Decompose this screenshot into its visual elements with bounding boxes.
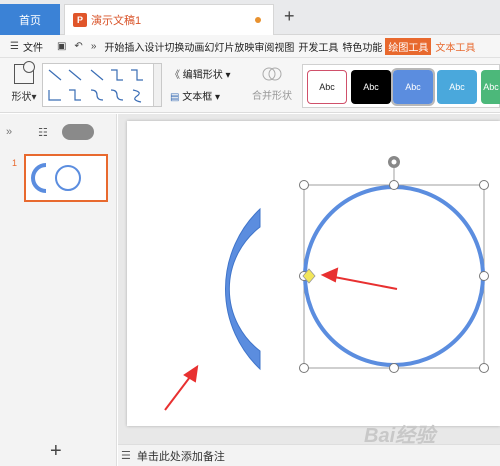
menu-bar: ☰ 文件 ▣ ↶ » 开始 插入 设计 切换 动画 幻灯片放映 审阅 视图 开发工具 特色功能 绘… — [0, 35, 500, 58]
add-slide-button[interactable]: + — [50, 440, 62, 463]
menu-item-3[interactable]: 切换 — [164, 39, 184, 54]
presentation-icon: P — [73, 13, 87, 27]
ribbon: 形状▾ 《 编辑形状 ▾ ▤ 文本框 ▾ 合并形状 Abc Abc Abc Ab… — [0, 58, 500, 113]
tab-home[interactable]: 首页 — [0, 4, 60, 35]
tab-bar: 首页 P 演示文稿1 + — [0, 0, 500, 35]
line-shapes-icon — [48, 69, 143, 103]
menu-item-6[interactable]: 审阅 — [254, 39, 274, 54]
unsaved-dot-icon — [255, 17, 261, 23]
edit-shape-label: 编辑形状 — [182, 70, 223, 81]
style-swatch-2[interactable]: Abc — [351, 70, 391, 104]
slide-pane: » ☷ 1 + — [0, 114, 117, 466]
text-box-label: 文本框 — [182, 92, 213, 103]
rotate-handle-center — [391, 159, 397, 165]
notes-bar[interactable]: ☰ 单击此处添加备注 — [118, 444, 500, 466]
shape-icon — [14, 61, 35, 84]
shape-label: 形状 — [11, 92, 32, 103]
menu-item-4[interactable]: 动画 — [184, 39, 204, 54]
collapse-pane-icon[interactable]: » — [6, 126, 12, 138]
slide-view-icon[interactable] — [62, 124, 94, 140]
menu-items: 开始 插入 设计 切换 动画 幻灯片放映 审阅 视图 开发工具 特色功能 — [104, 39, 382, 54]
text-box-button[interactable]: ▤ 文本框 ▾ — [170, 88, 220, 103]
watermark-logo: Bai经验 — [364, 425, 436, 447]
style-swatch-5[interactable]: Abc — [481, 70, 500, 104]
notes-placeholder: 单击此处添加备注 — [136, 450, 225, 463]
menu-item-2[interactable]: 设计 — [144, 39, 164, 54]
line-shape-gallery[interactable] — [42, 63, 162, 107]
undo-icon[interactable]: ↶ — [74, 41, 82, 52]
merge-shape-label: 合并形状 — [252, 91, 292, 102]
slide-drawing — [164, 156, 489, 411]
arc-shape[interactable] — [225, 207, 261, 371]
outline-view-icon[interactable]: ☷ — [38, 126, 48, 139]
style-swatch-3[interactable]: Abc — [391, 68, 435, 106]
style-swatch-1[interactable]: Abc — [307, 70, 347, 104]
menu-item-5[interactable]: 幻灯片放映 — [204, 39, 254, 54]
new-tab-button[interactable]: + — [284, 6, 295, 27]
menu-item-8[interactable]: 开发工具 — [298, 39, 338, 54]
notes-icon: ☰ — [121, 450, 131, 462]
menu-item-7[interactable]: 视图 — [274, 39, 294, 54]
tab-document-label: 演示文稿1 — [91, 15, 142, 27]
hamburger-icon[interactable]: ☰ — [10, 41, 19, 52]
menu-item-0[interactable]: 开始 — [104, 39, 124, 54]
shape-style-gallery: Abc Abc Abc Abc Abc — [302, 64, 500, 108]
more-icon[interactable]: » — [91, 41, 97, 52]
edit-shape-icon: 《 — [170, 70, 180, 81]
gallery-scrollbar[interactable] — [153, 64, 161, 106]
slide-thumbnail[interactable] — [24, 154, 108, 202]
text-box-icon: ▤ — [170, 92, 180, 103]
annotation-arrows — [164, 267, 398, 411]
merge-shape-button[interactable]: 合并形状 — [252, 64, 292, 102]
style-swatch-4[interactable]: Abc — [437, 70, 477, 104]
slide[interactable] — [127, 121, 500, 426]
tab-drawing-tools[interactable]: 绘图工具 — [385, 37, 432, 55]
menu-file[interactable]: 文件 — [23, 39, 43, 54]
slide-number: 1 — [12, 158, 18, 168]
edit-shape-button[interactable]: 《 编辑形状 ▾ — [170, 66, 231, 81]
shape-button[interactable]: 形状▾ — [8, 61, 40, 110]
tab-text-tools[interactable]: 文本工具 — [435, 39, 475, 54]
menu-item-1[interactable]: 插入 — [124, 39, 144, 54]
thumbnail-shapes — [31, 163, 81, 193]
tab-document[interactable]: P 演示文稿1 — [64, 4, 274, 35]
save-icon[interactable]: ▣ — [57, 41, 66, 52]
merge-shape-icon — [262, 67, 282, 81]
menu-item-9[interactable]: 特色功能 — [342, 39, 382, 54]
